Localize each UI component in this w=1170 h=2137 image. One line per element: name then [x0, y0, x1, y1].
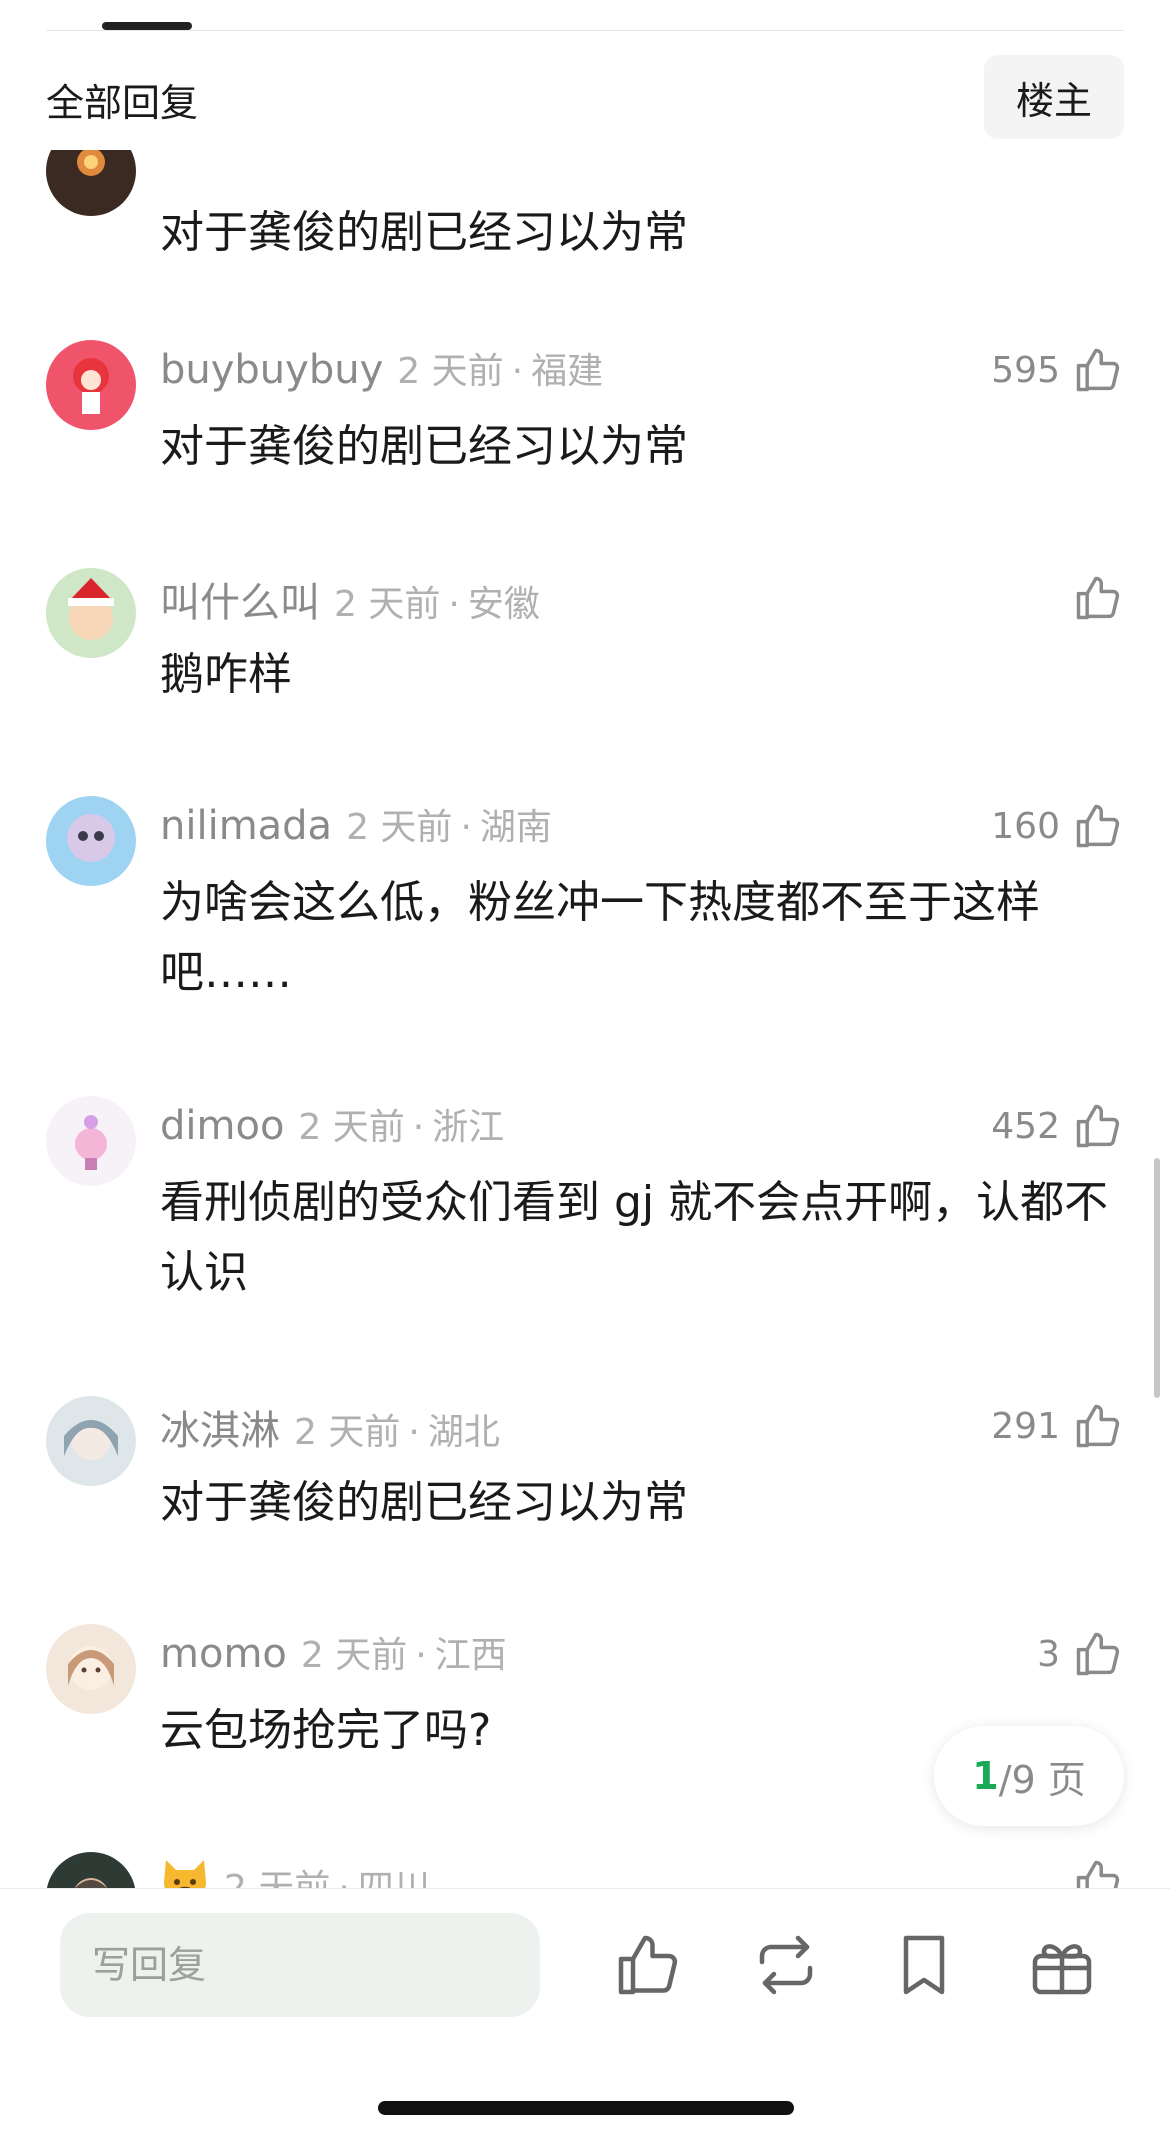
comment-text: 对于龚俊的剧已经习以为常 — [160, 1477, 688, 1528]
comment-location: 湖南 — [479, 807, 552, 848]
avatar[interactable] — [46, 340, 136, 430]
username[interactable]: dimoo — [160, 1103, 284, 1149]
thumbs-up-icon — [1076, 348, 1120, 392]
like-count: 3 — [1037, 1633, 1060, 1675]
like-button[interactable]: 452 — [991, 1096, 1124, 1156]
comment-meta: buybuybuy 2 天前 · 福建 — [160, 342, 603, 394]
thumbs-up-icon — [1076, 1632, 1120, 1676]
top-divider — [46, 30, 1124, 31]
avatar[interactable] — [46, 796, 136, 886]
comment-time: 2 天前 — [294, 1412, 401, 1453]
like-count: 291 — [991, 1405, 1060, 1447]
comment-time: 2 天前 — [224, 1868, 331, 1890]
separator-dot: · — [412, 1107, 425, 1148]
like-button[interactable]: 160 — [991, 796, 1124, 856]
comment-text: 对于龚俊的剧已经习以为常 — [160, 207, 688, 258]
comment-time: 2 天前 — [334, 584, 441, 625]
bottom-action-bar — [0, 1888, 1170, 2137]
bookmark-icon[interactable] — [888, 1929, 960, 2001]
comment-text: 鹅咋样 — [160, 649, 292, 700]
comment-meta: momo 2 天前 · 江西 — [160, 1626, 507, 1678]
username[interactable]: 叫什么叫 — [160, 570, 320, 628]
op-only-button[interactable]: 楼主 — [984, 55, 1124, 139]
page-total: /9 页 — [998, 1757, 1086, 1802]
avatar[interactable] — [46, 1396, 136, 1486]
comment-location: 江西 — [434, 1635, 507, 1676]
like-button[interactable]: 3 — [1037, 1624, 1124, 1684]
gift-icon[interactable] — [1026, 1929, 1098, 2001]
comment-meta: 冰淇淋 2 天前 · 湖北 — [160, 1398, 500, 1454]
comment-location: 浙江 — [432, 1107, 505, 1148]
avatar[interactable] — [46, 568, 136, 658]
comment-text: 看刑侦剧的受众们看到 gj 就不会点开啊，认都不认识 — [160, 1177, 1109, 1298]
comment-meta: 2 天前 · 四川 — [160, 1854, 430, 1890]
repost-icon[interactable] — [750, 1929, 822, 2001]
thumbs-up-icon — [1076, 1860, 1120, 1890]
replies-header: 全部回复 楼主 — [0, 50, 1170, 146]
comment-time: 2 天前 — [346, 807, 453, 848]
section-title: 全部回复 — [46, 81, 199, 125]
avatar[interactable] — [46, 1096, 136, 1186]
comment-text: 为啥会这么低，粉丝冲一下热度都不至于这样吧…… — [160, 877, 1040, 998]
home-indicator — [378, 2101, 794, 2115]
username[interactable]: buybuybuy — [160, 347, 383, 393]
like-count: 452 — [991, 1105, 1060, 1147]
thumbs-up-icon — [1076, 1404, 1120, 1448]
comment-time: 2 天前 — [300, 1635, 408, 1676]
thumbs-up-icon — [1076, 576, 1120, 620]
comment-list[interactable]: 对于龚俊的剧已经习以为常 buybuybuy 2 天前 · 福建 595 对于龚… — [0, 150, 1170, 1890]
username[interactable]: momo — [160, 1631, 287, 1677]
like-count: 595 — [991, 349, 1060, 391]
scrollbar[interactable] — [1154, 1158, 1160, 1398]
avatar[interactable] — [46, 1624, 136, 1714]
separator-dot: · — [460, 807, 472, 848]
comment-time: 2 天前 — [397, 351, 504, 392]
separator-dot: · — [448, 584, 460, 625]
reply-input[interactable] — [60, 1913, 540, 2017]
separator-dot: · — [511, 351, 524, 392]
comment-text: 对于龚俊的剧已经习以为常 — [160, 421, 688, 472]
comment-location: 安徽 — [467, 584, 540, 625]
comment-meta: 叫什么叫 2 天前 · 安徽 — [160, 570, 540, 626]
like-button[interactable]: 595 — [991, 340, 1124, 400]
comment-meta: dimoo 2 天前 · 浙江 — [160, 1098, 504, 1150]
comment-time: 2 天前 — [298, 1107, 405, 1148]
active-tab-indicator — [102, 22, 192, 30]
emoji-username-icon[interactable] — [160, 1854, 210, 1890]
separator-dot: · — [338, 1868, 350, 1890]
like-button[interactable]: 291 — [991, 1396, 1124, 1456]
like-count: 160 — [991, 805, 1060, 847]
avatar[interactable] — [46, 150, 136, 216]
username[interactable]: nilimada — [160, 803, 332, 849]
page-current: 1 — [972, 1754, 999, 1798]
comment-meta: nilimada 2 天前 · 湖南 — [160, 798, 552, 850]
like-button[interactable] — [1072, 1852, 1124, 1890]
comment-location: 四川 — [357, 1868, 430, 1890]
separator-dot: · — [415, 1635, 427, 1676]
comment-location: 福建 — [531, 351, 604, 392]
thumbs-up-icon — [1076, 804, 1120, 848]
page-indicator[interactable]: 1 /9 页 — [934, 1726, 1124, 1826]
comment-location: 湖北 — [427, 1412, 500, 1453]
thumbs-up-icon[interactable] — [612, 1929, 684, 2001]
separator-dot: · — [408, 1412, 420, 1453]
avatar[interactable] — [46, 1852, 136, 1890]
like-button[interactable] — [1060, 568, 1124, 628]
thumbs-up-icon — [1076, 1104, 1120, 1148]
username[interactable]: 冰淇淋 — [160, 1398, 280, 1456]
